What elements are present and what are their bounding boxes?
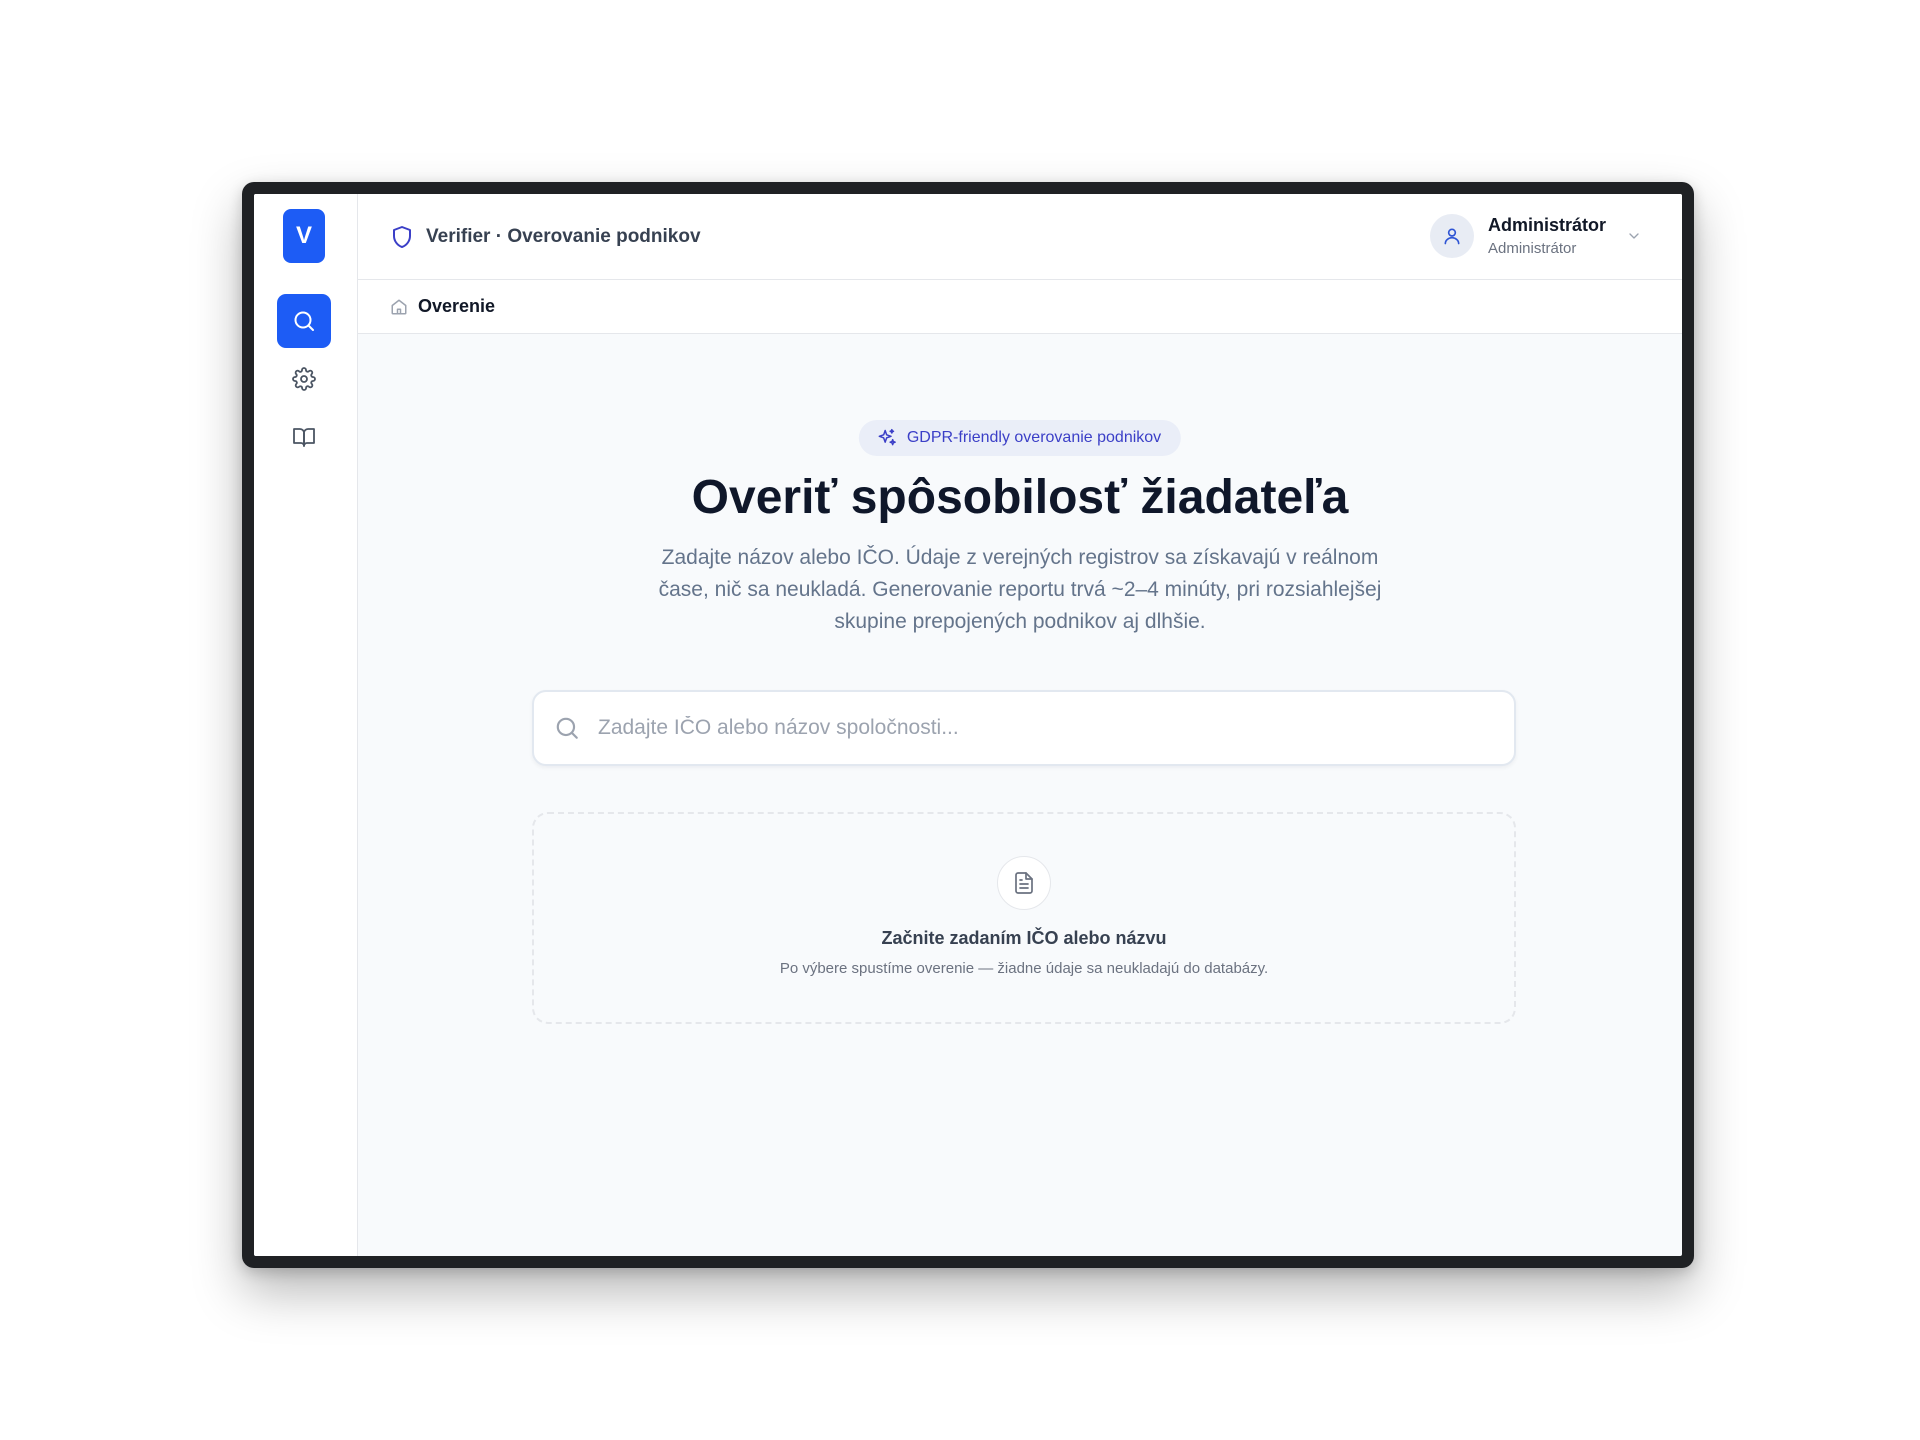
search-icon xyxy=(294,311,314,331)
user-info: Administrátor Administrátor xyxy=(1488,215,1606,257)
breadcrumb-bar: Overenie xyxy=(358,280,1682,334)
book-icon xyxy=(293,428,315,447)
sparkles-icon xyxy=(878,428,896,446)
breadcrumb-current: Overenie xyxy=(418,296,496,316)
gear-icon xyxy=(292,367,316,391)
document-icon xyxy=(1015,872,1033,894)
app-title: Verifier · Overovanie podnikov xyxy=(426,226,701,247)
home-icon[interactable] xyxy=(390,298,408,316)
top-header: Verifier · Overovanie podnikov Administr… xyxy=(358,194,1682,280)
sidebar-item-docs[interactable] xyxy=(277,410,331,464)
empty-state-icon-wrap xyxy=(997,856,1051,910)
app-title-group: Verifier · Overovanie podnikov xyxy=(390,224,701,250)
user-menu[interactable]: Administrátor Administrátor xyxy=(1429,214,1642,258)
main-content: GDPR-friendly overovanie podnikov Overiť… xyxy=(358,334,1682,1256)
gdpr-badge: GDPR-friendly overovanie podnikov xyxy=(858,420,1182,456)
user-role: Administrátor xyxy=(1487,240,1577,257)
logo-letter: V xyxy=(295,222,312,249)
search-icon xyxy=(556,717,578,739)
badge-label: GDPR-friendly overovanie podnikov xyxy=(906,429,1162,446)
device-frame: V Verifier · Overovanie podnikov Adminis… xyxy=(242,182,1694,1268)
empty-state-card: Začnite zadaním IČO alebo názvu Po výber… xyxy=(532,812,1516,1024)
app-logo[interactable]: V xyxy=(283,209,325,263)
search-input[interactable] xyxy=(598,716,1478,740)
empty-state-subtitle: Po výbere spustíme overenie — žiadne úda… xyxy=(779,960,1269,977)
page-title: Overiť spôsobilosť žiadateľa xyxy=(691,471,1349,524)
chevron-down-icon xyxy=(1629,233,1639,239)
sidebar-item-settings[interactable] xyxy=(277,352,331,406)
empty-state-title: Začnite zadaním IČO alebo názvu xyxy=(881,928,1167,948)
page-description: Zadajte názov alebo IČO. Údaje z verejný… xyxy=(658,546,1382,633)
user-icon xyxy=(1444,228,1460,245)
user-name: Administrátor xyxy=(1487,215,1606,235)
search-box[interactable] xyxy=(532,690,1516,766)
avatar xyxy=(1429,214,1474,258)
app-screen: V Verifier · Overovanie podnikov Adminis… xyxy=(254,194,1682,1256)
shield-icon xyxy=(393,226,411,248)
breadcrumb: Overenie xyxy=(390,296,495,317)
sidebar: V xyxy=(254,194,358,1256)
sidebar-item-search[interactable] xyxy=(277,294,331,348)
